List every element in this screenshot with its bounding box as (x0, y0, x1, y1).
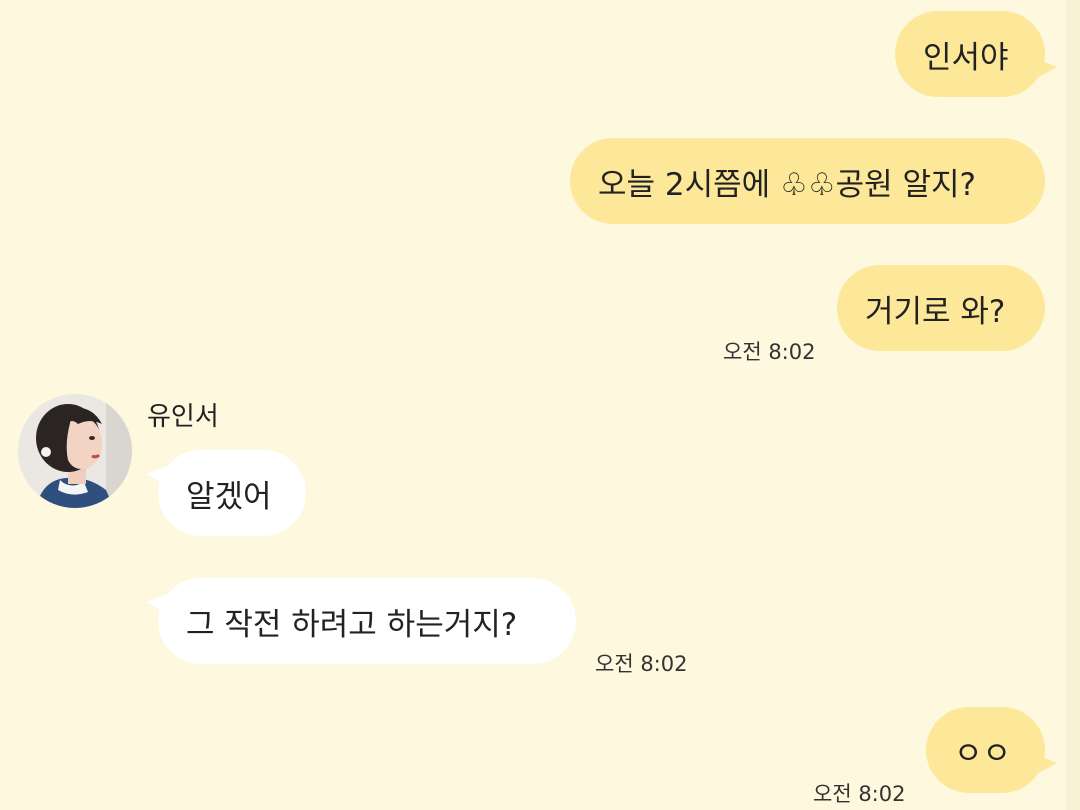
message-text: 인서야 (923, 39, 1009, 76)
message-text: ㅇㅇ (954, 735, 1012, 772)
message-text: 거기로 와? (865, 293, 1006, 330)
sender-avatar[interactable] (18, 394, 132, 508)
outgoing-message-bubble[interactable]: ㅇㅇ (926, 707, 1057, 793)
message-timestamp: 오전 8:02 (723, 340, 816, 364)
outgoing-message-bubble[interactable]: 인서야 (895, 11, 1057, 97)
message-timestamp: 오전 8:02 (595, 652, 688, 676)
outgoing-message-bubble[interactable]: 오늘 2시쯤에 ♧♧공원 알지? (570, 138, 1045, 224)
message-text: 알겠어 (186, 478, 272, 515)
message-timestamp: 오전 8:02 (813, 782, 906, 806)
outgoing-message-bubble[interactable]: 거기로 와? (837, 265, 1045, 351)
message-text: 오늘 2시쯤에 ♧♧공원 알지? (598, 166, 976, 203)
sender-name: 유인서 (147, 402, 219, 432)
message-text: 그 작전 하려고 하는거지? (186, 606, 518, 643)
profile-photo-icon (18, 394, 132, 508)
chat-scroll-edge (1066, 0, 1080, 810)
incoming-message-bubble[interactable]: 알겠어 (146, 450, 306, 536)
incoming-message-bubble[interactable]: 그 작전 하려고 하는거지? (146, 578, 576, 664)
